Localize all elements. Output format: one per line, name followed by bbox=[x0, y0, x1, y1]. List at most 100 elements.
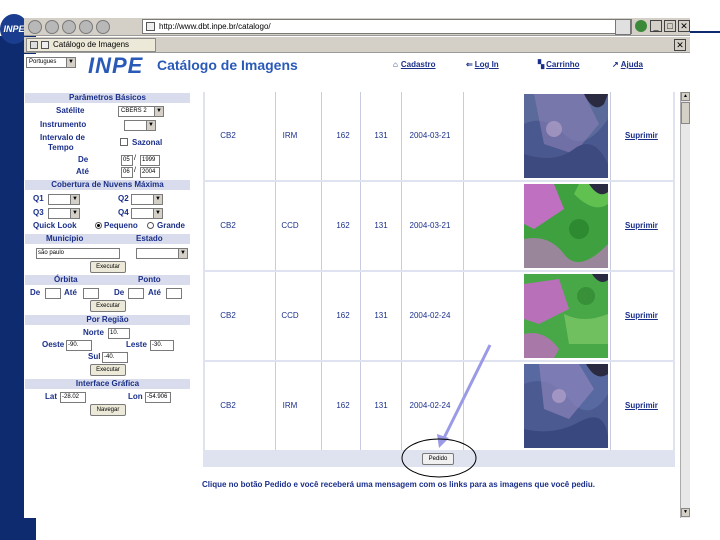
interval-label-line2: Tempo bbox=[48, 143, 74, 152]
from-year-input[interactable]: 1999 bbox=[140, 155, 160, 166]
url-bar[interactable]: http://www.dbt.inpe.br/catalogo/ ▼ bbox=[142, 19, 632, 34]
oeste-input[interactable]: -90. bbox=[66, 340, 92, 351]
sul-input[interactable]: -40. bbox=[102, 352, 128, 363]
quicklook-thumbnail[interactable] bbox=[524, 94, 608, 178]
chevron-down-icon: ▼ bbox=[70, 209, 79, 218]
ponto-from-label: De bbox=[114, 288, 125, 297]
ponto-label: Ponto bbox=[138, 275, 161, 284]
page-scrollbar[interactable]: ▲ ▼ bbox=[680, 92, 690, 518]
chevron-down-icon: ▼ bbox=[153, 195, 162, 204]
url-text: http://www.dbt.inpe.br/catalogo/ bbox=[159, 22, 271, 31]
go-icon[interactable] bbox=[635, 20, 647, 32]
maximize-icon[interactable]: □ bbox=[664, 20, 676, 32]
scroll-thumb[interactable] bbox=[681, 102, 690, 124]
page-icon bbox=[146, 22, 155, 31]
orbita-to-label: Até bbox=[64, 288, 77, 297]
q3-select[interactable]: ▼ bbox=[48, 208, 80, 219]
section-cloud-cover: Cobertura de Nuvens Máxima bbox=[25, 180, 190, 190]
sul-label: Sul bbox=[88, 352, 101, 361]
cell-orbit: 162 bbox=[336, 401, 350, 410]
satellite-image bbox=[524, 94, 608, 178]
ponto-to-label: Até bbox=[148, 288, 161, 297]
norte-input[interactable]: 10. bbox=[108, 328, 130, 339]
execute-button-region[interactable]: Executar bbox=[90, 364, 126, 376]
nav-ajuda[interactable]: ↗ Ajuda bbox=[612, 60, 643, 69]
annotation-arrowhead bbox=[437, 434, 449, 448]
suprimir-link[interactable]: Suprimir bbox=[625, 311, 658, 320]
q1-label: Q1 bbox=[33, 194, 44, 203]
estado-select[interactable]: ▼ bbox=[136, 248, 188, 259]
house-icon: ⌂ bbox=[393, 60, 398, 69]
q2-label: Q2 bbox=[118, 194, 129, 203]
navigate-button[interactable]: Navegar bbox=[90, 404, 126, 416]
quicklook-thumbnail[interactable] bbox=[524, 184, 608, 268]
instrument-label: Instrumento bbox=[40, 120, 87, 129]
q3-label: Q3 bbox=[33, 208, 44, 217]
quicklook-thumbnail[interactable] bbox=[524, 364, 608, 448]
q1-select[interactable]: ▼ bbox=[48, 194, 80, 205]
window-close-icon[interactable]: ✕ bbox=[678, 20, 690, 32]
cell-instrument: IRM bbox=[282, 131, 298, 140]
lat-label: Lat bbox=[45, 392, 57, 401]
section-graphic: Interface Gráfica bbox=[25, 379, 190, 389]
orbita-to-input[interactable] bbox=[83, 288, 99, 299]
to-month-input[interactable]: 06 bbox=[121, 167, 133, 178]
quicklook-label: Quick Look bbox=[33, 221, 77, 230]
to-year-input[interactable]: 2004 bbox=[140, 167, 160, 178]
ponto-from-input[interactable] bbox=[128, 288, 144, 299]
cell-date: 2004-03-21 bbox=[409, 131, 451, 140]
radio-small[interactable] bbox=[95, 222, 102, 229]
large-label: Grande bbox=[157, 221, 186, 230]
orbita-from-label: De bbox=[30, 288, 41, 297]
chevron-down-icon: ▼ bbox=[153, 209, 162, 218]
cell-satellite: CB2 bbox=[220, 401, 236, 410]
nav-ajuda-label: Ajuda bbox=[620, 60, 643, 69]
seasonal-checkbox[interactable] bbox=[120, 138, 128, 146]
orbita-from-input[interactable] bbox=[45, 288, 61, 299]
nav-login[interactable]: ⇐ Log In bbox=[466, 60, 499, 69]
slide: INPE http://www.dbt.inpe.br/catalogo/ ▼ … bbox=[0, 0, 720, 540]
nav-carrinho[interactable]: ▚ Carrinho bbox=[538, 60, 580, 69]
from-month-input[interactable]: 05 bbox=[121, 155, 133, 166]
to-label: Até bbox=[76, 167, 89, 176]
tab-label: Catálogo de Imagens bbox=[53, 40, 130, 49]
radio-large[interactable] bbox=[147, 222, 154, 229]
home-icon[interactable] bbox=[96, 20, 110, 34]
forward-icon[interactable] bbox=[45, 20, 59, 34]
chevron-down-icon: ▼ bbox=[154, 107, 163, 116]
annotation-arrow-line bbox=[441, 344, 492, 441]
municipio-input[interactable]: são paulo bbox=[36, 248, 120, 259]
ponto-to-input[interactable] bbox=[166, 288, 182, 299]
instrument-select[interactable]: ▼ bbox=[124, 120, 156, 131]
leste-label: Leste bbox=[126, 340, 147, 349]
cell-instrument: IRM bbox=[282, 401, 298, 410]
refresh-icon[interactable] bbox=[79, 20, 93, 34]
leste-input[interactable]: -30. bbox=[150, 340, 174, 351]
stop-icon[interactable] bbox=[62, 20, 76, 34]
lon-input[interactable]: -54.906 bbox=[145, 392, 171, 403]
tab-close-icon[interactable]: ✕ bbox=[674, 39, 686, 51]
tab-catalogo[interactable]: Catálogo de Imagens bbox=[26, 38, 156, 52]
suprimir-link[interactable]: Suprimir bbox=[625, 221, 658, 230]
back-icon[interactable] bbox=[28, 20, 42, 34]
nav-cadastro[interactable]: ⌂ Cadastro bbox=[393, 60, 436, 69]
satellite-select[interactable]: CBERS 2 ▼ bbox=[118, 106, 164, 117]
execute-button-municipio[interactable]: Executar bbox=[90, 261, 126, 273]
scroll-down-icon[interactable]: ▼ bbox=[681, 508, 690, 517]
suprimir-link[interactable]: Suprimir bbox=[625, 401, 658, 410]
scroll-up-icon[interactable]: ▲ bbox=[681, 92, 690, 101]
lat-input[interactable]: -28.02 bbox=[60, 392, 86, 403]
q2-select[interactable]: ▼ bbox=[131, 194, 163, 205]
q4-select[interactable]: ▼ bbox=[131, 208, 163, 219]
satellite-image bbox=[524, 184, 608, 268]
search-icon[interactable] bbox=[615, 19, 631, 35]
suprimir-link[interactable]: Suprimir bbox=[625, 131, 658, 140]
orbita-header bbox=[25, 275, 190, 285]
cell-instrument: CCD bbox=[281, 311, 299, 320]
chevron-down-icon: ▼ bbox=[66, 58, 75, 67]
nav-login-label: Log In bbox=[474, 60, 499, 69]
language-select[interactable]: Portugues ▼ bbox=[26, 57, 76, 68]
quicklook-thumbnail[interactable] bbox=[524, 274, 608, 358]
minimize-icon[interactable]: _ bbox=[650, 20, 662, 32]
execute-button-orbita[interactable]: Executar bbox=[90, 300, 126, 312]
